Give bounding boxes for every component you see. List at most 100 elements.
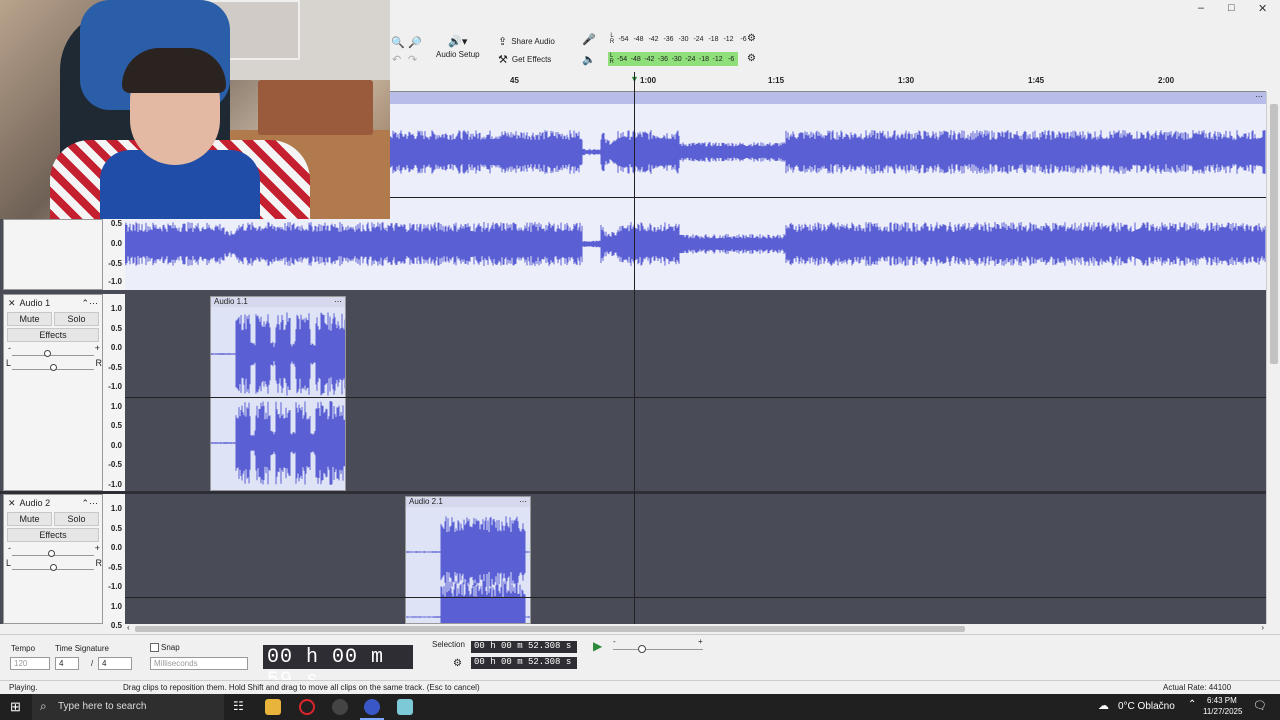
meter-tick-label: -42 [648,35,659,43]
taskbar-search[interactable]: ⌕ Type here to search [32,694,224,720]
pan-slider[interactable]: L R [6,358,102,371]
gain-knob[interactable] [48,550,55,557]
scale-label: -0.5 [108,259,122,268]
time-display[interactable]: 00 h 00 m 59 s [263,645,413,692]
get-effects-button[interactable]: ⚒ Get Effects [498,53,551,66]
selection-settings-icon[interactable]: ⚙ [453,658,462,669]
zoom-out-icon[interactable]: 🔎 [408,36,422,49]
track-control-panel-audio1[interactable]: ✕ Audio 1 ⌃ ⋯ Mute Solo Effects - + L R [3,294,103,491]
scale-label: 0.0 [110,543,122,552]
task-view-icon[interactable]: ☷ [233,699,244,713]
amplitude-scale-audio2: 1.0 0.5 0.0 -0.5 -1.0 1.0 0.5 [103,494,125,630]
scroll-thumb[interactable] [1270,104,1278,364]
gain-plus-label: + [94,343,100,353]
speed-slider[interactable] [613,649,703,650]
track-name[interactable]: Audio 1 [16,298,82,309]
ruler-tick: 1:15 [768,76,785,85]
clip-audio-2-1[interactable]: Audio 2.1 ⋯ [405,496,531,624]
audacity-icon[interactable] [364,699,380,715]
gain-slider[interactable]: - + [8,343,100,357]
weather-icon[interactable]: ☁ [1098,699,1109,712]
scroll-thumb[interactable] [135,626,965,632]
time-sig-separator: / [91,659,94,668]
track-menu-icon[interactable]: ⋯ [89,298,98,309]
notepad-icon[interactable] [397,699,413,715]
clip-audio-1-1[interactable]: Audio 1.1 ⋯ [210,296,346,491]
opera-icon[interactable] [299,699,315,715]
search-icon: ⌕ [40,699,47,713]
audio-setup-button[interactable]: 🔊▾ Audio Setup [436,35,480,59]
pan-left-label: L [6,558,12,568]
time-sig-denominator[interactable]: 4 [98,657,132,670]
gain-minus-label: - [8,543,11,553]
share-audio-label: Share Audio [511,37,555,46]
vertical-scrollbar[interactable] [1266,92,1280,624]
notifications-icon[interactable]: 🗨 [1253,699,1267,712]
close-window-icon[interactable]: ✕ [1258,2,1267,15]
meter-tick-label: -48 [633,35,644,43]
track-menu-icon[interactable]: ⋯ [89,498,98,509]
clock-date[interactable]: 11/27/2025 [1203,707,1242,716]
snap-label: Snap [161,643,180,652]
share-audio-button[interactable]: ⇪ Share Audio [498,35,555,48]
obs-icon[interactable] [332,699,348,715]
file-explorer-icon[interactable] [265,699,281,715]
weather-text[interactable]: 0°C Oblačno [1118,701,1175,712]
meter-tick-label: -24 [685,55,696,63]
time-sig-numerator[interactable]: 4 [55,657,79,670]
time-signature-label: Time Signature [55,644,109,653]
maximize-icon[interactable]: □ [1228,2,1235,14]
status-hint: Drag clips to reposition them. Hold Shif… [123,683,480,692]
track-control-panel-top[interactable] [3,219,103,290]
scale-label: 1.0 [110,504,122,513]
amplitude-scale-audio1: 1.0 0.5 0.0 -0.5 -1.0 1.0 0.5 0.0 -0.5 -1.0 [103,294,125,491]
effects-button[interactable]: Effects [7,528,99,542]
playback-meter-settings-icon[interactable]: ⚙ [747,53,756,64]
track-control-panel-audio2[interactable]: ✕ Audio 2 ⌃ ⋯ Mute Solo Effects - + L R [3,494,103,624]
collapse-icon[interactable]: ⌃ [81,498,89,509]
effects-button[interactable]: Effects [7,328,99,342]
snap-checkbox[interactable] [150,643,159,652]
meter-tick-label: -12 [712,55,723,63]
scale-label: -1.0 [108,382,122,391]
horizontal-scrollbar[interactable]: ‹ › [125,623,1266,634]
pan-slider[interactable]: L R [6,558,102,571]
collapse-icon[interactable]: ⌃ [81,298,89,309]
gain-knob[interactable] [44,350,51,357]
track-close-icon[interactable]: ✕ [8,498,16,509]
amplitude-scale-top: 0.5 0.0 -0.5 -1.0 [103,219,125,290]
solo-button[interactable]: Solo [54,512,99,526]
selection-end[interactable]: 00 h 00 m 52.308 s [471,657,577,669]
meter-settings-icon[interactable]: ⚙ [747,33,756,44]
zoom-in-icon[interactable]: 🔍 [391,36,405,49]
solo-button[interactable]: Solo [54,312,99,326]
snap-unit-select[interactable]: Milliseconds [150,657,248,670]
windows-start-icon[interactable]: ⊞ [10,699,21,715]
minimize-icon[interactable]: – [1198,2,1204,14]
timeline-ruler[interactable]: 45 1:00 1:15 1:30 1:45 2:00 ▼ [390,72,1266,92]
tempo-input[interactable]: 120 [10,657,50,670]
mute-button[interactable]: Mute [7,312,52,326]
clock-time[interactable]: 6:43 PM [1207,696,1237,705]
scale-label: -1.0 [108,277,122,286]
speed-knob[interactable] [638,645,646,653]
pan-knob[interactable] [50,564,57,571]
mute-button[interactable]: Mute [7,512,52,526]
status-state: Playing. [9,683,38,692]
track-name[interactable]: Audio 2 [16,498,82,509]
pan-left-label: L [6,358,12,368]
track-close-icon[interactable]: ✕ [8,298,16,309]
tray-chevron-icon[interactable]: ⌃ [1188,699,1196,710]
recording-meter[interactable]: L R -54 -48 -42 -36 -30 -24 -18 -12 -6 [608,32,751,46]
pan-knob[interactable] [50,364,57,371]
play-at-speed-icon[interactable]: ▶ [593,639,602,653]
redo-icon[interactable]: ↷ [408,53,417,66]
gain-slider[interactable]: - + [8,543,100,557]
ruler-tick: 2:00 [1158,76,1175,85]
meter-tick-label: -36 [657,55,669,63]
playback-meter[interactable]: L R -54 -48 -42 -36 -30 -24 -18 -12 -6 [608,52,738,66]
selection-start[interactable]: 00 h 00 m 52.308 s [471,641,577,653]
scale-label: -0.5 [108,460,122,469]
undo-icon[interactable]: ↶ [392,53,401,66]
playhead-line[interactable] [634,72,635,624]
